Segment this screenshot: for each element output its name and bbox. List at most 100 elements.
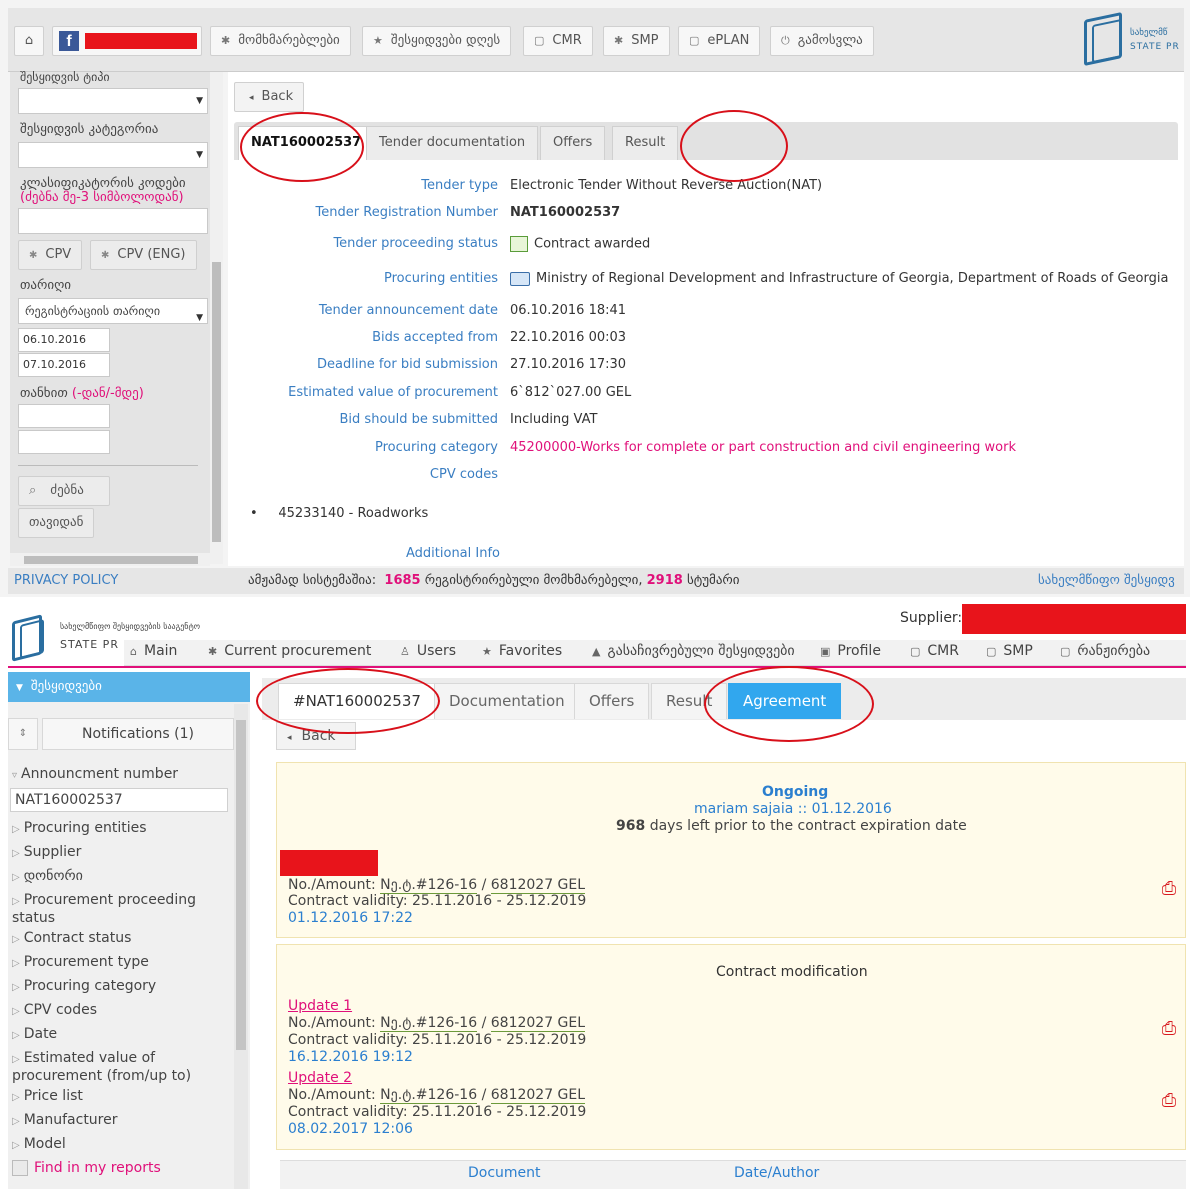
sidebar-filter-item[interactable]: ▷ დონორი (12, 868, 222, 886)
detail-value: NAT160002537 (510, 205, 620, 220)
procurement-sidebar: ▼ შესყიდვები ⇕ Notifications (1) ▿ Announc… (8, 672, 250, 1189)
update-amount: 6812027 GEL (490, 1015, 586, 1032)
update-title-link[interactable]: Update 1 (288, 998, 352, 1014)
nav-users[interactable]: ♙ Users (400, 643, 456, 659)
sidebar-filter-item[interactable]: ▷ Estimated value of procurement (from/up… (12, 1050, 222, 1084)
tab-offers[interactable]: Offers (540, 126, 606, 160)
sidebar-header[interactable]: ▼ შესყიდვები (8, 672, 250, 702)
sidebar-filter-item[interactable]: ▷ Supplier (12, 844, 222, 862)
pdf-icon[interactable]: ⎙ (1160, 1018, 1178, 1040)
tender-type-select[interactable]: ▼ (18, 88, 208, 114)
nav-cmr[interactable]: ▢ CMR (910, 643, 959, 659)
sort-toggle-button[interactable]: ⇕ (8, 718, 38, 750)
tab-result[interactable]: Result (651, 683, 728, 719)
top-screenshot: ⌂ f ✱ მომხმარებლები ★ შესყიდვები დღეს ▢ CMR… (0, 0, 1190, 597)
date-from-input[interactable]: 06.10.2016 (18, 328, 110, 352)
sidebar-scrollbar[interactable] (234, 704, 248, 1189)
tab-agreement[interactable]: Agreement (728, 683, 842, 719)
additional-info-link[interactable]: Additional Info (406, 546, 500, 561)
reset-button[interactable]: თავიდან (18, 508, 95, 538)
back-label: Back (301, 728, 336, 744)
privacy-policy-link[interactable]: PRIVACY POLICY (14, 568, 118, 594)
nav-disputed[interactable]: ▲ გასაჩივრებული შესყიდვები (592, 643, 795, 659)
checkbox[interactable] (12, 1160, 28, 1176)
nav-smp[interactable]: ▢ SMP (986, 643, 1033, 659)
contract-status: Ongoing (762, 784, 829, 800)
date-to-input[interactable]: 07.10.2016 (18, 353, 110, 377)
nav-users-button[interactable]: ✱ მომხმარებლები (210, 26, 351, 56)
tab-result[interactable]: Result (612, 126, 679, 160)
documents-table-header: Document Date/Author (280, 1160, 1186, 1189)
sidebar-filter-item[interactable]: ▷ Procurement proceeding status (12, 892, 222, 926)
search-button[interactable]: ⌕ ძებნა (18, 476, 110, 506)
sidebar-filter-item[interactable]: ▷ CPV codes (12, 1002, 222, 1020)
nav-smp-button[interactable]: ✱ SMP (603, 26, 670, 56)
search-label: ძებნა (50, 483, 84, 498)
logo-line-2: STATE PR (1130, 42, 1180, 52)
sidebar-filter-item[interactable]: ▷ Price list (12, 1088, 222, 1106)
reset-label: თავიდან (29, 515, 84, 530)
nav-profile[interactable]: ▣ Profile (820, 643, 881, 659)
nav-today-button[interactable]: ★ შესყიდვები დღეს (362, 26, 512, 56)
amount-from-input[interactable] (18, 404, 110, 428)
tab-procurement-number[interactable]: #NAT160002537 (278, 683, 438, 719)
back-button[interactable]: ◂ Back (234, 82, 304, 112)
update-title-link[interactable]: Update 2 (288, 1070, 352, 1086)
detail-label: Procuring category (374, 440, 498, 455)
agency-name: სახელმწიფო შესყიდვების სააგენტო (60, 622, 200, 631)
chevron-left-icon: ◂ (249, 93, 254, 103)
detail-value-text: 27.10.2016 17:30 (510, 357, 627, 372)
pdf-icon[interactable]: ⎙ (1160, 1090, 1178, 1112)
announcement-number-input[interactable]: NAT160002537 (10, 788, 228, 812)
nav-cmr-button[interactable]: ▢ CMR (523, 26, 593, 56)
sidebar-filter-label: CPV codes (23, 1002, 98, 1018)
sidebar-h-scrollbar[interactable] (10, 553, 210, 566)
tab-offers[interactable]: Offers (574, 683, 650, 719)
category-select[interactable]: ▼ (18, 142, 208, 168)
nav-main[interactable]: ⌂ Main (130, 643, 177, 659)
sidebar-filter-item[interactable]: ▷ Model (12, 1136, 222, 1154)
h-scrollbar-thumb[interactable] (24, 556, 198, 564)
nav-eplan-button[interactable]: ▢ ePLAN (678, 26, 761, 56)
detail-value[interactable]: 45200000-Works for complete or part cons… (510, 440, 1016, 455)
divider (18, 465, 198, 466)
sidebar-filter-item[interactable]: ▷ Procurement type (12, 954, 222, 972)
sidebar-scrollbar[interactable] (210, 72, 223, 564)
filter-sidebar: შესყიდვის ტიპი ▼ შესყიდვის კატეგორია ▼ კ… (10, 70, 210, 564)
nav-current-procurement[interactable]: ✱ Current procurement (208, 643, 371, 659)
update-validity: Contract validity: 25.11.2016 - 25.12.20… (288, 1032, 587, 1048)
sidebar-filter-item[interactable]: ▷ Date (12, 1026, 222, 1044)
find-in-reports-option[interactable]: Find in my reports (12, 1160, 161, 1176)
sidebar-filter-item[interactable]: ▷ Manufacturer (12, 1112, 222, 1130)
amount-to-input[interactable] (18, 430, 110, 454)
date-type-select[interactable]: რეგისტრაციის თარიღი ▼ (18, 298, 208, 324)
classifier-input[interactable] (18, 208, 208, 234)
sidebar-filter-item[interactable]: ▷ Contract status (12, 930, 222, 948)
scrollbar-thumb[interactable] (212, 262, 221, 542)
id-card-icon: ▣ (820, 645, 831, 658)
sidebar-filter-item[interactable]: ▷ Procuring entities (12, 820, 222, 838)
notifications-button[interactable]: Notifications (1) (42, 718, 234, 750)
tab-tender-documentation[interactable]: Tender documentation (366, 126, 539, 160)
pdf-icon[interactable]: ⎙ (1160, 878, 1178, 900)
tab-documentation[interactable]: Documentation (434, 683, 580, 719)
nav-favorites[interactable]: ★ Favorites (482, 643, 562, 659)
scrollbar-thumb[interactable] (236, 720, 246, 1050)
home-button[interactable]: ⌂ (14, 26, 44, 56)
contract-amount: 6812027 GEL (490, 877, 586, 894)
sidebar-filter-item[interactable]: ▷ Procuring category (12, 978, 222, 996)
update-amount: 6812027 GEL (490, 1087, 586, 1104)
logout-button[interactable]: ⏻ გამოსვლა (770, 26, 874, 56)
nav-ranking[interactable]: ▢ რანჟირება (1060, 643, 1150, 659)
tab-tender-number[interactable]: NAT160002537 (238, 126, 375, 160)
facebook-user-button[interactable]: f (52, 26, 202, 56)
back-button[interactable]: ◂ Back (276, 722, 356, 750)
registered-label: რეგისტრირებული მომხმარებელი, (424, 573, 643, 588)
cpv-list-item: • 45233140 - Roadworks (250, 506, 429, 521)
agency-link[interactable]: სახელმწიფო შესყიდვ (1038, 568, 1175, 594)
detail-label: Estimated value of procurement (288, 385, 498, 400)
cpv-eng-button[interactable]: ✱ CPV (ENG) (90, 240, 197, 270)
announcement-filter-label[interactable]: ▿ Announcment number (12, 766, 178, 782)
sidebar-filter-label: Procuring entities (23, 820, 147, 836)
cpv-button[interactable]: ✱ CPV (18, 240, 83, 270)
